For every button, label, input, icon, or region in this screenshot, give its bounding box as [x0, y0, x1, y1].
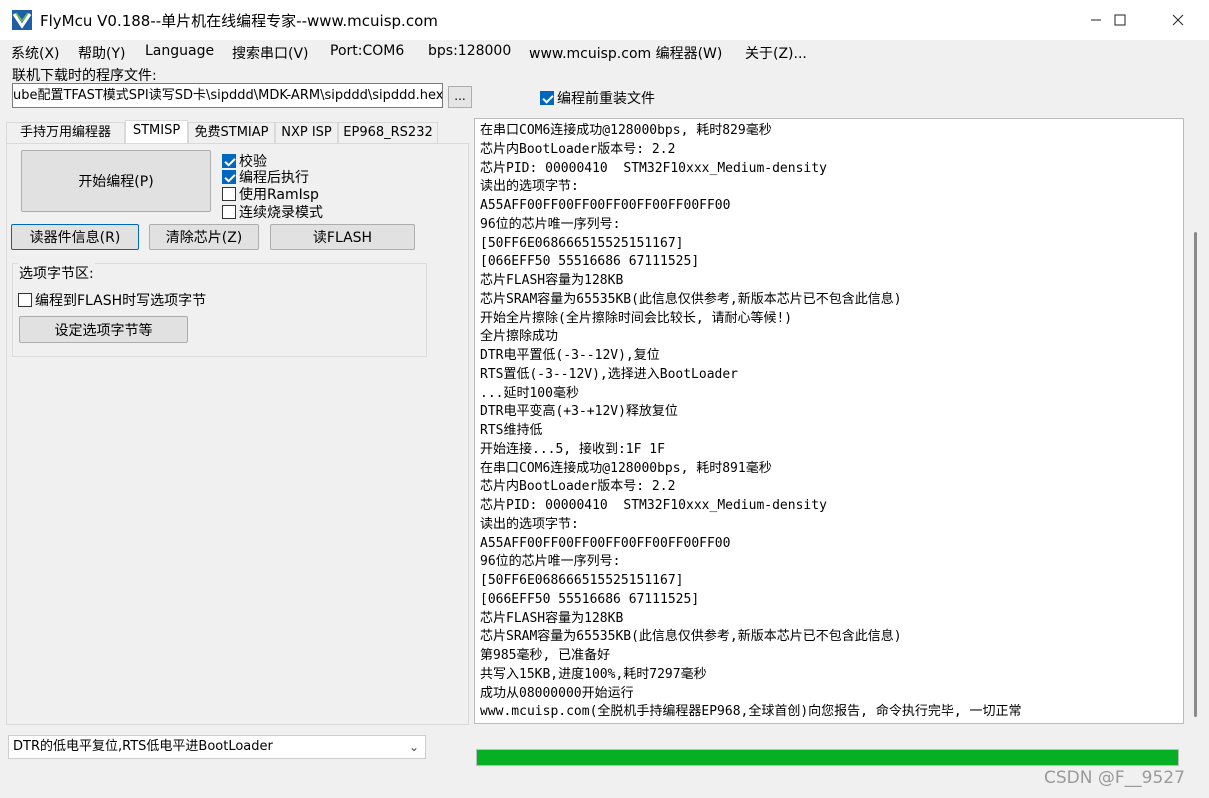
reload-label: 编程前重装文件	[557, 91, 655, 107]
log-line: 芯片FLASH容量为128KB	[480, 610, 624, 626]
log-line: 芯片PID: 00000410 STM32F10xxx_Medium-densi…	[480, 498, 827, 513]
log-line: DTR电平置低(-3--12V),复位	[480, 348, 660, 363]
tab-stmisp[interactable]: STMISP	[125, 120, 188, 144]
log-line: DTR电平变高(+3-+12V)释放复位	[480, 404, 678, 420]
checkbox-unchecked-icon[interactable]	[222, 187, 236, 201]
reload-before-program-checkbox[interactable]: 编程前重装文件	[540, 88, 655, 108]
menu-about[interactable]: 关于(Z)...	[745, 43, 807, 63]
log-line: ...延时100毫秒	[480, 385, 579, 401]
chevron-down-icon[interactable]: ⌄	[409, 736, 419, 758]
log-line: RTS置低(-3--12V),选择进入BootLoader	[480, 366, 739, 382]
checkbox-checked-icon[interactable]	[222, 170, 236, 184]
log-line: 在串口COM6连接成功@128000bps, 耗时891毫秒	[480, 460, 772, 476]
maximize-icon[interactable]	[1097, 0, 1143, 40]
continuous-mode-label: 连续烧录模式	[239, 205, 323, 221]
erase-chip-button[interactable]: 清除芯片(Z)	[149, 224, 259, 250]
tab-handheld-programmer[interactable]: 手持万用编程器	[6, 122, 125, 144]
tab-nxp-isp[interactable]: NXP ISP	[275, 122, 338, 144]
read-flash-button[interactable]: 读FLASH	[270, 224, 415, 250]
menu-port[interactable]: Port:COM6	[330, 43, 404, 59]
tab-ep968-rs232[interactable]: EP968_RS232	[338, 122, 438, 144]
log-line: 芯片内BootLoader版本号: 2.2	[480, 479, 676, 495]
read-device-info-button[interactable]: 读器件信息(R)	[11, 224, 139, 250]
reset-mode-select[interactable]: DTR的低电平复位,RTS低电平进BootLoader ⌄	[8, 735, 426, 759]
progress-fill	[477, 750, 1178, 765]
use-ramisp-checkbox[interactable]: 使用RamIsp	[222, 184, 319, 204]
reset-mode-value: DTR的低电平复位,RTS低电平进BootLoader	[13, 739, 273, 754]
log-line: 96位的芯片唯一序列号:	[480, 216, 621, 232]
log-line: 在串口COM6连接成功@128000bps, 耗时829毫秒	[480, 123, 772, 138]
file-path-input[interactable]: ube配置TFAST模式SPI读写SD卡\sipddd\MDK-ARM\sipd…	[12, 83, 443, 108]
log-line: 芯片SRAM容量为65535KB(此信息仅供参考,新版本芯片已不包含此信息)	[480, 291, 902, 307]
log-line: 芯片PID: 00000410 STM32F10xxx_Medium-densi…	[480, 160, 827, 176]
log-line: 共写入15KB,进度100%,耗时7297毫秒	[480, 666, 707, 682]
log-line: 全片擦除成功	[480, 329, 559, 345]
log-line: www.mcuisp.com(全脱机手持编程器EP968,全球首创)向您报告, …	[480, 704, 1022, 720]
checkbox-checked-icon[interactable]	[222, 154, 236, 168]
file-label: 联机下载时的程序文件:	[12, 68, 157, 84]
log-line: A55AFF00FF00FF00FF00FF00FF00FF00	[480, 198, 731, 213]
checkbox-unchecked-icon[interactable]	[18, 293, 32, 307]
log-lines: 在串口COM6连接成功@128000bps, 耗时829毫秒 芯片内BootLoa…	[480, 122, 1022, 722]
browse-button[interactable]: ...	[448, 86, 472, 108]
menu-help[interactable]: 帮助(Y)	[78, 43, 125, 63]
log-scrollbar-thumb[interactable]	[1194, 232, 1197, 717]
menu-language[interactable]: Language	[145, 43, 214, 59]
use-ramisp-label: 使用RamIsp	[239, 187, 319, 203]
log-line: [50FF6E068666515525151167]	[480, 573, 684, 588]
watermark: CSDN @F__9527	[1044, 768, 1185, 788]
log-line: 开始全片擦除(全片擦除时间会比较长, 请耐心等候!)	[480, 310, 793, 326]
log-line: A55AFF00FF00FF00FF00FF00FF00FF00	[480, 535, 731, 551]
log-output[interactable]: 在串口COM6连接成功@128000bps, 耗时829毫秒 芯片内BootLoa…	[474, 118, 1184, 724]
log-line: 读出的选项字节:	[480, 179, 579, 195]
start-programming-button[interactable]: 开始编程(P)	[21, 150, 211, 212]
log-line: [066EFF50 55516686 67111525]	[480, 254, 700, 270]
log-line: [066EFF50 55516686 67111525]	[480, 591, 700, 607]
log-line: 开始连接...5, 接收到:1F 1F	[480, 441, 665, 457]
log-line: 96位的芯片唯一序列号:	[480, 554, 621, 570]
log-line: 成功从08000000开始运行	[480, 685, 634, 701]
tab-free-stmiap[interactable]: 免费STMIAP	[188, 122, 275, 144]
write-option-bytes-label: 编程到FLASH时写选项字节	[35, 293, 207, 309]
option-bytes-title: 选项字节区:	[18, 263, 95, 283]
log-line: [50FF6E068666515525151167]	[480, 235, 684, 251]
menu-bar: 系统(X) 帮助(Y) Language 搜索串口(V) Port:COM6 b…	[0, 40, 1209, 64]
set-option-bytes-button[interactable]: 设定选项字节等	[19, 316, 188, 343]
log-line: 读出的选项字节:	[480, 516, 579, 532]
log-line: 芯片SRAM容量为65535KB(此信息仅供参考,新版本芯片已不包含此信息)	[480, 629, 902, 645]
checkbox-checked-icon[interactable]	[540, 91, 554, 105]
checkbox-unchecked-icon[interactable]	[222, 205, 236, 219]
log-line: RTS维持低	[480, 423, 543, 438]
log-line: 芯片FLASH容量为128KB	[480, 273, 624, 288]
menu-programmer[interactable]: www.mcuisp.com 编程器(W)	[529, 43, 722, 63]
log-line: 芯片内BootLoader版本号: 2.2	[480, 141, 676, 157]
menu-system[interactable]: 系统(X)	[11, 43, 60, 63]
menu-bps[interactable]: bps:128000	[428, 43, 511, 59]
menu-search-port[interactable]: 搜索串口(V)	[232, 43, 309, 63]
progress-bar	[476, 749, 1179, 766]
window-title: FlyMcu V0.188--单片机在线编程专家--www.mcuisp.com	[40, 12, 438, 30]
flymcu-app-icon	[12, 10, 32, 30]
write-option-bytes-checkbox[interactable]: 编程到FLASH时写选项字节	[18, 290, 206, 310]
log-line: 第985毫秒, 已准备好	[480, 648, 611, 663]
continuous-mode-checkbox[interactable]: 连续烧录模式	[222, 202, 323, 222]
close-icon[interactable]	[1155, 0, 1201, 40]
title-bar[interactable]: FlyMcu V0.188--单片机在线编程专家--www.mcuisp.com	[0, 0, 1209, 40]
